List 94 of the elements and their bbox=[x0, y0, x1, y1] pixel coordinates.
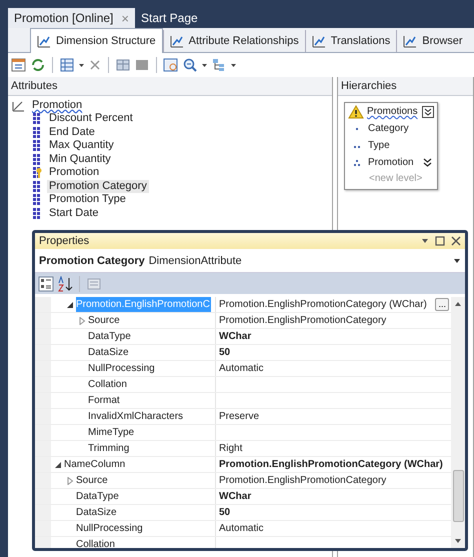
property-row[interactable]: DataType WChar bbox=[35, 489, 451, 505]
property-value[interactable]: WChar bbox=[219, 491, 252, 502]
categorized-icon[interactable] bbox=[38, 276, 54, 292]
designer-tab[interactable]: Browser bbox=[396, 30, 469, 52]
hierarchy-name[interactable]: Promotions bbox=[367, 106, 419, 117]
property-name[interactable]: DataType bbox=[88, 329, 131, 344]
property-name[interactable]: NullProcessing bbox=[88, 361, 155, 376]
close-icon[interactable] bbox=[451, 236, 461, 246]
property-value[interactable]: Right bbox=[219, 443, 242, 454]
table-icon[interactable] bbox=[59, 57, 75, 73]
expand-triangle-icon[interactable] bbox=[66, 476, 74, 484]
property-value[interactable]: Automatic bbox=[219, 523, 264, 534]
attribute-item[interactable]: Promotion bbox=[47, 166, 102, 180]
pane-title: Hierarchies bbox=[338, 77, 473, 96]
property-row[interactable]: DataType WChar bbox=[35, 329, 451, 345]
property-name[interactable]: Source bbox=[76, 473, 108, 488]
collapse-icon[interactable] bbox=[422, 106, 434, 118]
property-value[interactable]: Promotion.EnglishPromotionCategory bbox=[219, 475, 386, 486]
dropdown-arrow-icon[interactable] bbox=[453, 256, 461, 264]
property-row[interactable]: MimeType bbox=[35, 425, 451, 441]
scroll-down-icon[interactable] bbox=[454, 537, 462, 545]
attribute-item[interactable]: End Date bbox=[47, 126, 97, 139]
property-name[interactable]: DataSize bbox=[88, 345, 129, 360]
property-row[interactable]: Collation bbox=[35, 377, 451, 393]
attribute-item[interactable]: Min Quantity bbox=[47, 152, 113, 166]
designer-tab[interactable]: Translations bbox=[304, 30, 396, 52]
chart-icon bbox=[312, 34, 326, 48]
property-row[interactable]: Trimming Right bbox=[35, 441, 451, 457]
layout-icon[interactable] bbox=[211, 57, 227, 73]
property-row[interactable]: Promotion.EnglishPromotionC Promotion.EnglishPromotionCategory (WChar) ... bbox=[35, 297, 451, 313]
square-icon[interactable] bbox=[134, 57, 150, 73]
grid-icon[interactable] bbox=[115, 57, 131, 73]
property-name[interactable]: Trimming bbox=[88, 441, 130, 456]
property-row[interactable]: NullProcessing Automatic bbox=[35, 521, 451, 537]
property-name[interactable]: NameColumn bbox=[64, 457, 126, 472]
hierarchy-level[interactable]: Promotion bbox=[368, 157, 416, 168]
scrollbar-thumb[interactable] bbox=[452, 470, 464, 522]
dimension-icon bbox=[12, 100, 26, 112]
property-row[interactable]: Format bbox=[35, 393, 451, 409]
collapse-triangle-icon[interactable] bbox=[66, 300, 74, 308]
dimension-label[interactable]: Promotion bbox=[30, 99, 84, 112]
property-value[interactable]: Automatic bbox=[219, 363, 264, 374]
attribute-item[interactable]: Discount Percent bbox=[47, 112, 135, 126]
attribute-item[interactable]: Max Quantity bbox=[47, 139, 116, 152]
property-row[interactable]: DataSize 50 bbox=[35, 345, 451, 361]
property-value[interactable]: 50 bbox=[219, 507, 230, 518]
pane-title: Attributes bbox=[8, 77, 332, 96]
property-row[interactable]: DataSize 50 bbox=[35, 505, 451, 521]
maximize-icon[interactable] bbox=[435, 236, 445, 246]
property-name[interactable]: DataType bbox=[76, 489, 119, 504]
property-row[interactable]: NameColumn Promotion.EnglishPromotionCategory (WChar) bbox=[35, 457, 451, 473]
property-value[interactable]: WChar bbox=[219, 331, 252, 342]
collapse-triangle-icon[interactable] bbox=[54, 460, 62, 468]
scrollbar[interactable] bbox=[451, 297, 465, 548]
property-name[interactable]: Source bbox=[88, 313, 120, 328]
document-tab[interactable]: Start Page bbox=[134, 8, 204, 28]
chart-icon bbox=[170, 34, 184, 48]
property-row[interactable]: Source Promotion.EnglishPromotionCategory bbox=[35, 313, 451, 329]
scroll-up-icon[interactable] bbox=[454, 300, 462, 308]
refresh-icon[interactable] bbox=[30, 57, 46, 73]
property-row[interactable]: InvalidXmlCharacters Preserve bbox=[35, 409, 451, 425]
property-value[interactable]: Promotion.EnglishPromotionCategory (WChar) bbox=[219, 299, 427, 310]
attribute-item[interactable]: Promotion Category bbox=[47, 180, 149, 193]
chart-icon bbox=[37, 34, 51, 48]
expand-triangle-icon[interactable] bbox=[78, 316, 86, 324]
property-name[interactable]: Collation bbox=[88, 377, 127, 392]
hierarchy-level[interactable]: Type bbox=[368, 140, 432, 151]
property-name[interactable]: MimeType bbox=[88, 425, 134, 440]
property-name[interactable]: Format bbox=[88, 393, 120, 408]
property-value[interactable]: Promotion.EnglishPromotionCategory (WChar) bbox=[219, 459, 443, 470]
dropdown-arrow-icon[interactable] bbox=[421, 237, 429, 245]
designer-tab[interactable]: Attribute Relationships bbox=[162, 30, 305, 52]
window-title: Properties bbox=[39, 235, 90, 247]
object-name: Promotion Category DimensionAttribute bbox=[39, 254, 243, 266]
document-tab[interactable]: Promotion [Online] × bbox=[8, 8, 135, 28]
chevron-down-icon[interactable] bbox=[423, 158, 432, 168]
property-value[interactable]: Promotion.EnglishPromotionCategory bbox=[219, 315, 386, 326]
diagram-icon[interactable] bbox=[163, 57, 179, 73]
property-row[interactable]: NullProcessing Automatic bbox=[35, 361, 451, 377]
sort-alphabetical-icon[interactable] bbox=[57, 276, 73, 292]
hierarchy-level[interactable]: Category bbox=[368, 123, 432, 134]
attribute-item[interactable]: Promotion Type bbox=[47, 193, 128, 206]
property-value[interactable]: 50 bbox=[219, 347, 230, 358]
property-row[interactable]: Source Promotion.EnglishPromotionCategory bbox=[35, 473, 451, 489]
property-name[interactable]: Collation bbox=[76, 537, 115, 548]
designer-tab[interactable]: Dimension Structure bbox=[30, 28, 163, 53]
chart-icon bbox=[403, 34, 418, 48]
property-name[interactable]: InvalidXmlCharacters bbox=[88, 409, 184, 424]
attribute-item[interactable]: Start Date bbox=[47, 206, 101, 220]
property-value[interactable]: Preserve bbox=[219, 411, 260, 422]
property-name[interactable]: DataSize bbox=[76, 505, 117, 520]
property-name[interactable]: NullProcessing bbox=[76, 521, 143, 536]
ellipsis-button[interactable]: ... bbox=[435, 298, 449, 311]
zoom-icon[interactable] bbox=[182, 57, 198, 73]
